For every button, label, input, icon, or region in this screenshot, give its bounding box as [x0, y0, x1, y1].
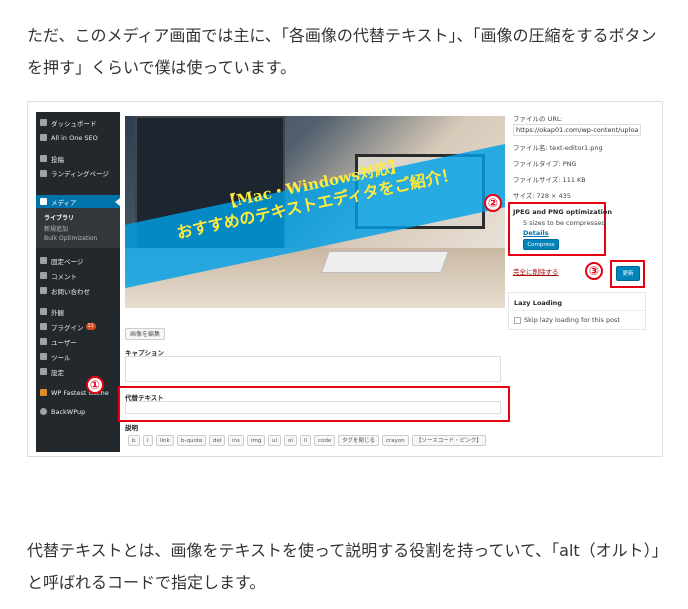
media-submenu: ライブラリ 新規追加 Bulk Optimization: [36, 208, 120, 248]
quicktag-button[interactable]: img: [247, 435, 266, 446]
quicktag-button[interactable]: crayon: [382, 435, 409, 446]
lazy-loading-option: Skip lazy loading for this post: [514, 316, 620, 324]
sidebar-item-wp-fastest-cache[interactable]: WP Fastest Cache: [36, 386, 120, 399]
quicktag-button[interactable]: ol: [284, 435, 297, 446]
submenu-add-new[interactable]: 新規追加: [44, 224, 68, 233]
optimization-status: 5 sizes to be compressed: [523, 219, 606, 227]
quicktag-button[interactable]: ins: [228, 435, 244, 446]
optimization-title: JPEG and PNG optimization: [513, 208, 613, 216]
quicktag-button[interactable]: li: [300, 435, 312, 446]
image-dimensions: サイズ: 728 × 435: [513, 192, 571, 200]
edit-image-button[interactable]: 画像を編集: [125, 328, 166, 340]
wrench-icon: [40, 353, 47, 360]
submenu-bulk-optimization[interactable]: Bulk Optimization: [44, 235, 97, 242]
brush-icon: [40, 308, 47, 315]
callout-2: ②: [484, 194, 502, 212]
quicktag-button[interactable]: link: [156, 435, 174, 446]
quicktag-button[interactable]: 【ソースコード・ピンク】: [412, 435, 486, 446]
sidebar-item-plugins[interactable]: プラグイン 11: [36, 320, 120, 333]
file-url-field[interactable]: https://okap01.com/wp-content/uploa: [513, 124, 641, 136]
quicktag-button[interactable]: タグを閉じる: [338, 435, 380, 446]
submenu-library[interactable]: ライブラリ: [44, 213, 74, 222]
outro-paragraph: 代替テキストとは、画像をテキストを使って説明する役割を持っていて、「alt（オル…: [27, 541, 660, 592]
mail-icon: [40, 287, 47, 294]
quicktag-button[interactable]: b: [128, 435, 140, 446]
sidebar-item-media[interactable]: メディア: [36, 195, 120, 208]
sidebar-item-landing[interactable]: ランディングページ: [36, 167, 120, 187]
settings-icon: [40, 368, 47, 375]
compress-button[interactable]: Compress: [523, 239, 559, 250]
admin-sidebar: ダッシュボード All in One SEO 投稿 ランディングページ メディア…: [36, 112, 120, 452]
update-button[interactable]: 更新: [616, 266, 640, 281]
page-icon: [40, 170, 47, 177]
pin-icon: [40, 155, 47, 162]
quicktag-button[interactable]: del: [209, 435, 226, 446]
user-icon: [40, 338, 47, 345]
sidebar-item-contact[interactable]: お問い合わせ: [36, 284, 120, 297]
backup-icon: [40, 408, 47, 415]
quicktag-button[interactable]: code: [314, 435, 336, 446]
plugin-icon: [40, 323, 47, 330]
sidebar-item-backwpup[interactable]: BackWPup: [36, 405, 120, 418]
delete-permanently-link[interactable]: 完全に削除する: [513, 266, 559, 276]
intro-paragraph: ただ、このメディア画面では主に、「各画像の代替テキスト」、「画像の圧縮をするボタ…: [27, 26, 657, 77]
quicktag-button[interactable]: i: [143, 435, 153, 446]
lazy-loading-title: Lazy Loading: [514, 299, 562, 307]
sidebar-item-settings[interactable]: 設定: [36, 365, 120, 378]
sidebar-item-tools[interactable]: ツール: [36, 350, 120, 363]
featured-image-preview: 【Mac・Windows対応】 おすすめのテキストエディタをご紹介！: [125, 116, 505, 308]
sidebar-item-dashboard[interactable]: ダッシュボード: [36, 116, 120, 129]
dashboard-icon: [40, 119, 47, 126]
keyboard-graphic: [320, 251, 450, 273]
comment-icon: [40, 272, 47, 279]
caption-textarea[interactable]: [125, 356, 501, 382]
cache-icon: [40, 389, 47, 396]
skip-lazy-loading-checkbox[interactable]: [514, 316, 521, 324]
plugin-update-badge: 11: [85, 323, 96, 330]
description-label: 説明: [125, 424, 138, 432]
sidebar-item-users[interactable]: ユーザー: [36, 335, 120, 348]
callout-1: ①: [86, 376, 104, 394]
quicktag-button[interactable]: ul: [268, 435, 282, 446]
sidebar-item-appearance[interactable]: 外観: [36, 305, 120, 318]
wordpress-media-screenshot: ダッシュボード All in One SEO 投稿 ランディングページ メディア…: [27, 101, 663, 457]
lazy-loading-panel: Lazy Loading Skip lazy loading for this …: [508, 292, 646, 330]
sidebar-item-comments[interactable]: コメント: [36, 269, 120, 282]
seo-icon: [40, 134, 47, 141]
highlight-box-alt: [118, 386, 510, 422]
file-size: ファイルサイズ: 111 KB: [513, 176, 586, 184]
sidebar-item-pages[interactable]: 固定ページ: [36, 254, 120, 267]
optimization-details-link[interactable]: Details: [523, 229, 549, 237]
file-url-label: ファイルの URL:: [513, 115, 563, 123]
file-type: ファイルタイプ: PNG: [513, 160, 577, 168]
callout-3: ③: [585, 262, 603, 280]
quicktag-button[interactable]: b-quote: [177, 435, 207, 446]
sidebar-item-posts[interactable]: 投稿: [36, 152, 120, 165]
sidebar-item-seo[interactable]: All in One SEO: [36, 131, 120, 144]
file-name: ファイル名: text-editor1.png: [513, 144, 603, 152]
media-icon: [40, 198, 47, 205]
page-icon: [40, 257, 47, 264]
